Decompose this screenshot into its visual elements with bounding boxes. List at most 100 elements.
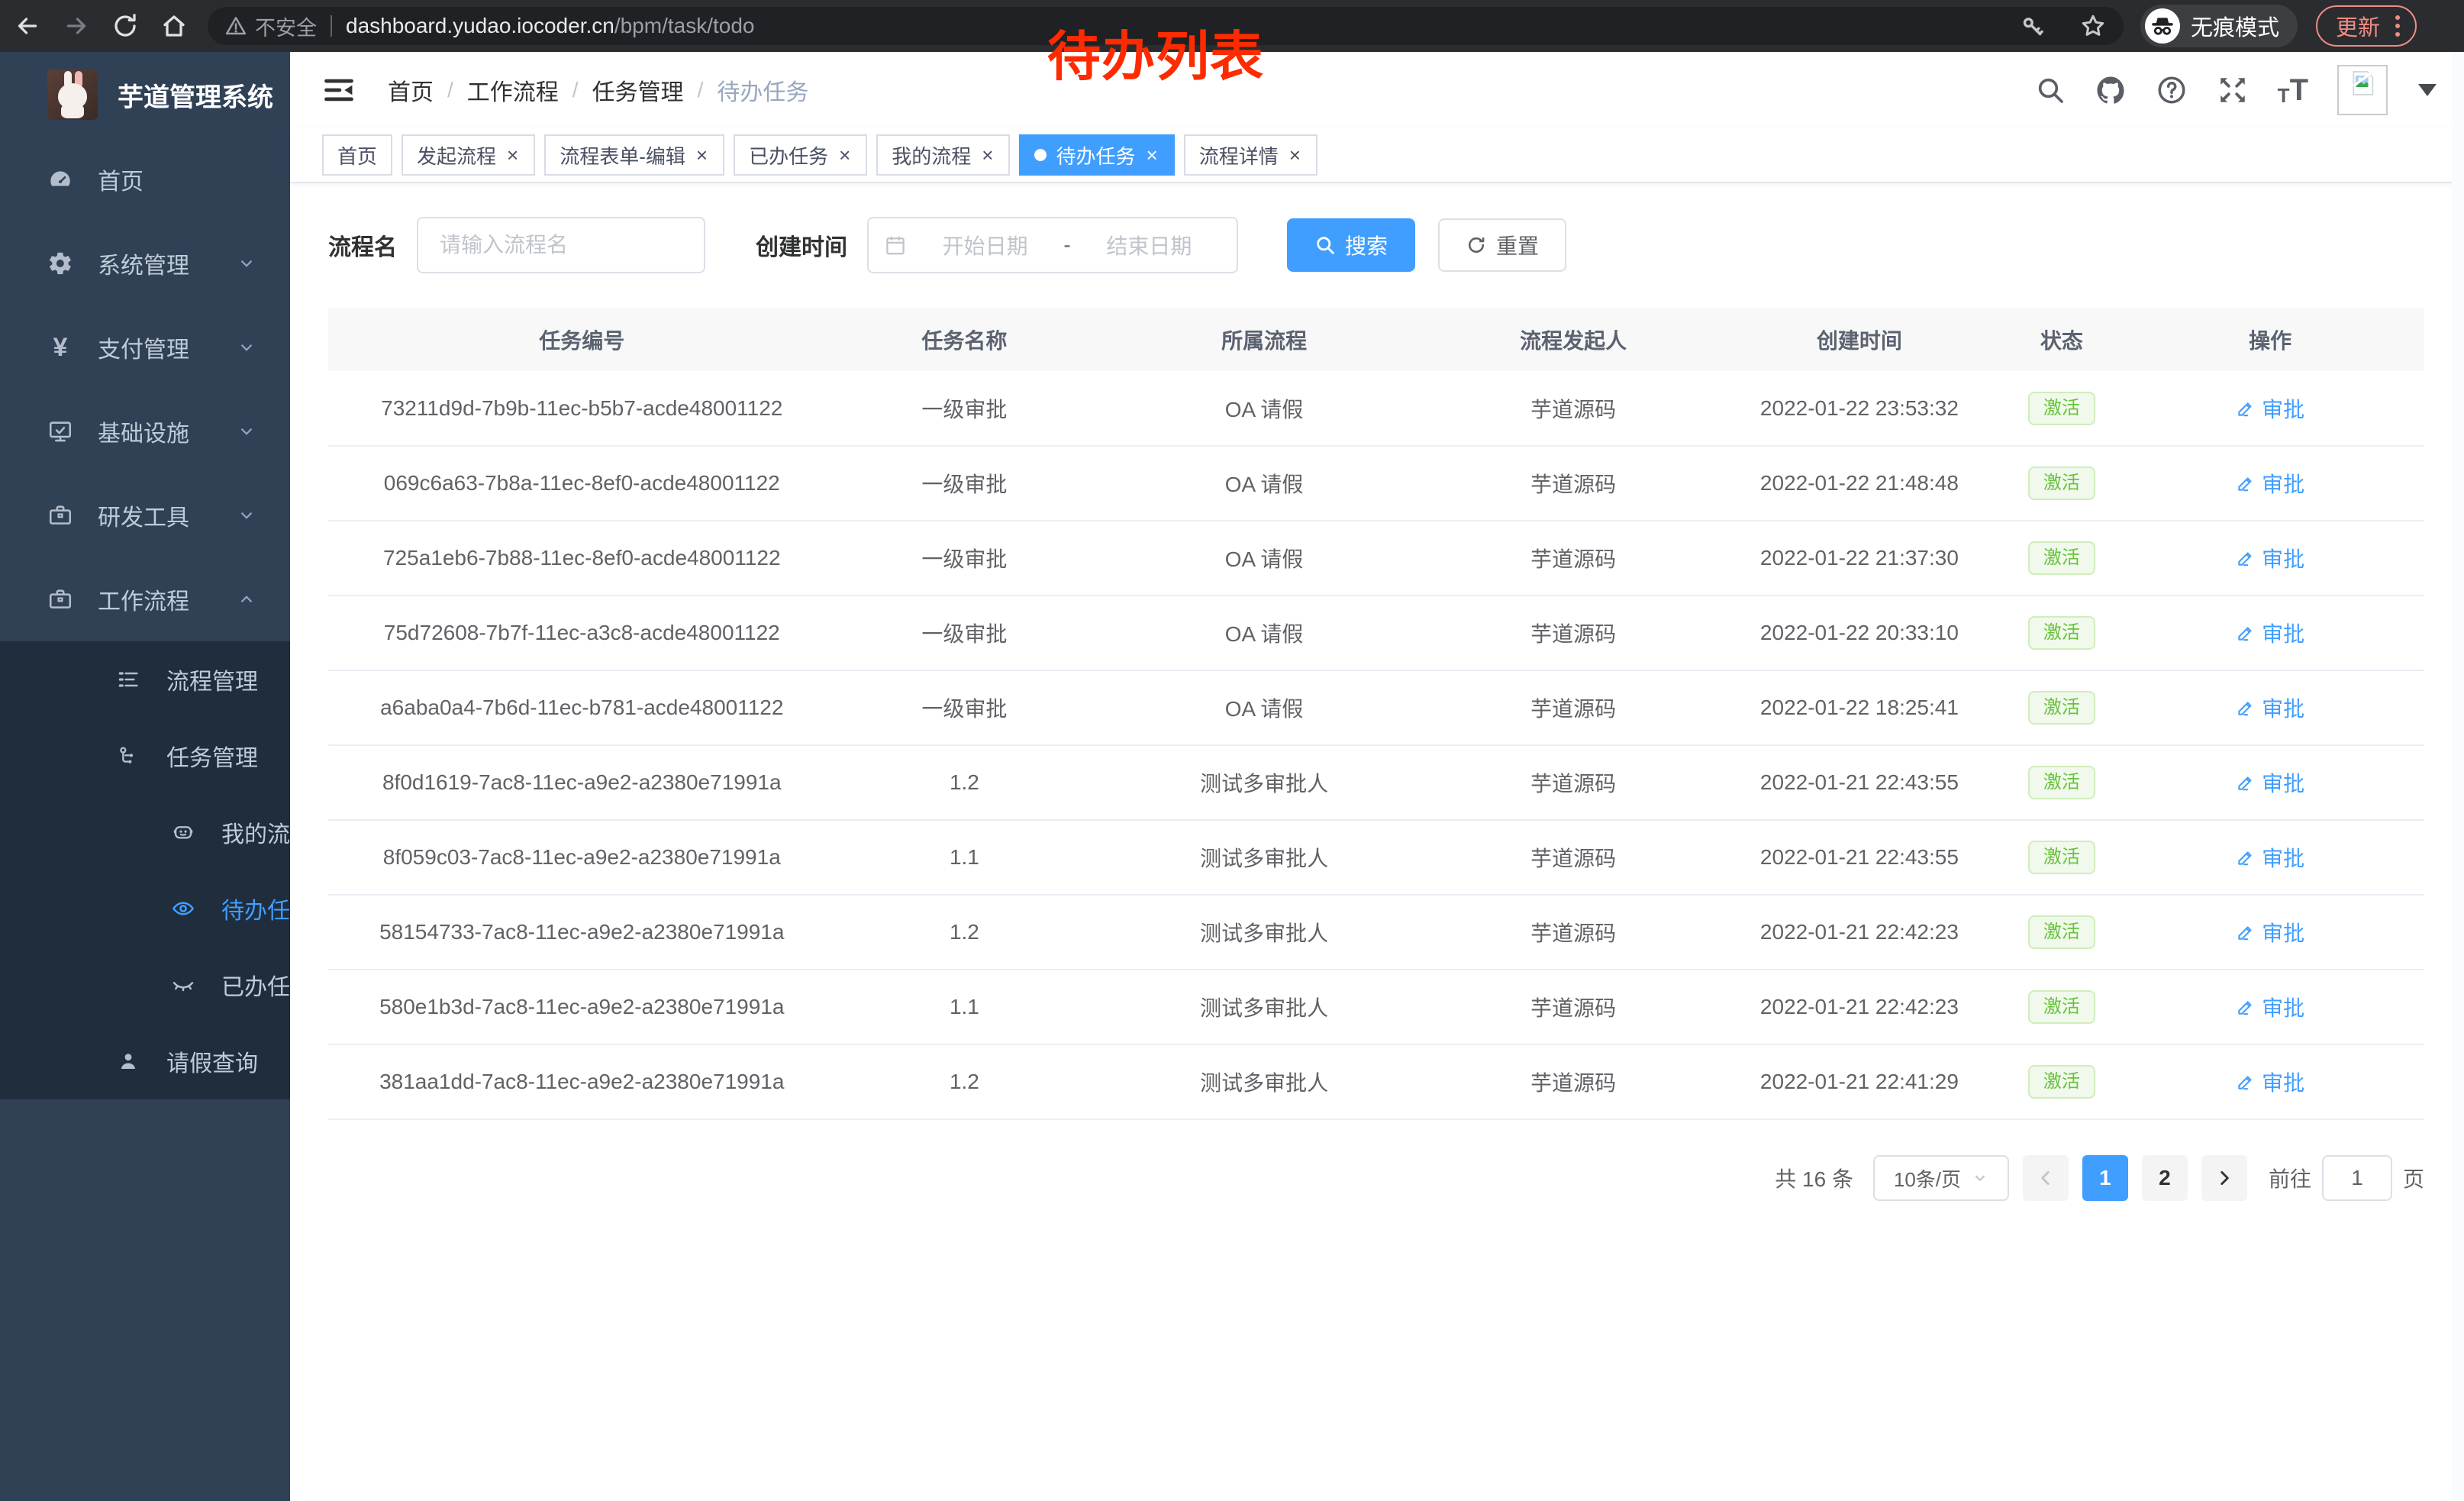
- close-icon[interactable]: ×: [695, 144, 709, 166]
- table-row[interactable]: 069c6a63-7b8a-11ec-8ef0-acde48001122 一级审…: [328, 446, 2424, 521]
- security-chip[interactable]: 不安全: [224, 11, 317, 41]
- table-row[interactable]: 580e1b3d-7ac8-11ec-a9e2-a2380e71991a 1.1…: [328, 970, 2424, 1044]
- cell-created-time: 2022-01-21 22:42:23: [1711, 895, 2007, 970]
- tag-todo-tasks[interactable]: 待办任务×: [1019, 134, 1174, 176]
- cell-initiator: 芋道源码: [1435, 970, 1711, 1044]
- update-button[interactable]: 更新: [2316, 5, 2417, 47]
- create-time-label: 创建时间: [756, 228, 847, 262]
- approve-link[interactable]: 审批: [2236, 618, 2304, 648]
- date-range-picker[interactable]: 开始日期 - 结束日期: [867, 217, 1238, 273]
- breadcrumb-task-management[interactable]: 任务管理: [592, 73, 684, 107]
- tags-view-bar: 首页 发起流程× 流程表单-编辑× 已办任务× 我的流程× 待办任务× 流程详情…: [290, 128, 2464, 183]
- approve-link[interactable]: 审批: [2236, 543, 2304, 573]
- table-row[interactable]: 725a1eb6-7b88-11ec-8ef0-acde48001122 一级审…: [328, 521, 2424, 596]
- sidebar-item-devtools[interactable]: 研发工具: [0, 473, 290, 557]
- sidebar-item-payment[interactable]: ¥ 支付管理: [0, 305, 290, 389]
- tag-my-processes[interactable]: 我的流程×: [876, 134, 1010, 176]
- cell-initiator: 芋道源码: [1435, 820, 1711, 895]
- sidebar-item-home[interactable]: 首页: [0, 137, 290, 221]
- close-icon[interactable]: ×: [505, 144, 520, 166]
- sidebar-item-done-tasks[interactable]: 已办任务: [0, 947, 290, 1023]
- approve-link[interactable]: 审批: [2236, 842, 2304, 873]
- sidebar-item-label: 待办任务: [221, 892, 290, 925]
- approve-link-label: 审批: [2262, 1067, 2304, 1097]
- cell-actions: 审批: [2116, 670, 2424, 745]
- table-row[interactable]: 73211d9d-7b9b-11ec-b5b7-acde48001122 一级审…: [328, 371, 2424, 446]
- robot-face-icon: [171, 820, 195, 844]
- github-icon[interactable]: [2095, 74, 2127, 106]
- approve-link[interactable]: 审批: [2236, 393, 2304, 424]
- sidebar-item-label: 流程管理: [166, 663, 258, 696]
- next-page-button[interactable]: [2201, 1155, 2247, 1201]
- approve-link[interactable]: 审批: [2236, 692, 2304, 723]
- browser-menu-icon[interactable]: [2392, 12, 2403, 40]
- status-badge: 激活: [2028, 1065, 2095, 1099]
- forward-button[interactable]: [55, 5, 98, 47]
- page-scrollbar[interactable]: [2452, 52, 2464, 1501]
- gear-icon: [47, 250, 73, 276]
- table-row[interactable]: 8f059c03-7ac8-11ec-a9e2-a2380e71991a 1.1…: [328, 820, 2424, 895]
- help-icon[interactable]: [2156, 74, 2188, 106]
- sidebar: 芋道管理系统 首页 系统管理 ¥ 支付管理 基础设施: [0, 52, 290, 1501]
- sidebar-item-todo-tasks[interactable]: 待办任务: [0, 870, 290, 947]
- sidebar-item-workflow[interactable]: 工作流程: [0, 557, 290, 641]
- home-button[interactable]: [153, 5, 195, 47]
- table-row[interactable]: 58154733-7ac8-11ec-a9e2-a2380e71991a 1.2…: [328, 895, 2424, 970]
- sidebar-item-infrastructure[interactable]: 基础设施: [0, 389, 290, 473]
- table-row[interactable]: a6aba0a4-7b6d-11ec-b781-acde48001122 一级审…: [328, 670, 2424, 745]
- search-icon[interactable]: [2035, 75, 2066, 105]
- close-icon[interactable]: ×: [837, 144, 852, 166]
- sidebar-item-system[interactable]: 系统管理: [0, 221, 290, 305]
- bookmark-star-icon[interactable]: [2079, 12, 2107, 40]
- cell-task-id: 8f0d1619-7ac8-11ec-a9e2-a2380e71991a: [328, 745, 836, 820]
- page-size-select[interactable]: 10条/页: [1873, 1155, 2009, 1201]
- sidebar-collapse-icon[interactable]: [322, 73, 356, 107]
- avatar[interactable]: [2337, 65, 2388, 115]
- breadcrumb-workflow[interactable]: 工作流程: [467, 73, 559, 107]
- approve-link[interactable]: 审批: [2236, 767, 2304, 798]
- table-row[interactable]: 75d72608-7b7f-11ec-a3c8-acde48001122 一级审…: [328, 596, 2424, 670]
- edit-pen-icon: [2236, 399, 2256, 418]
- back-button[interactable]: [6, 5, 49, 47]
- table-row[interactable]: 8f0d1619-7ac8-11ec-a9e2-a2380e71991a 1.2…: [328, 745, 2424, 820]
- cell-task-id: 8f059c03-7ac8-11ec-a9e2-a2380e71991a: [328, 820, 836, 895]
- tag-process-form-edit[interactable]: 流程表单-编辑×: [544, 134, 724, 176]
- cell-status: 激活: [2008, 446, 2117, 521]
- search-button[interactable]: 搜索: [1287, 218, 1415, 272]
- sidebar-item-leave-query[interactable]: 请假查询: [0, 1023, 290, 1099]
- tag-process-detail[interactable]: 流程详情×: [1184, 134, 1317, 176]
- sidebar-item-my-processes[interactable]: 我的流程: [0, 794, 290, 870]
- home-icon: [160, 12, 188, 40]
- goto-page-input[interactable]: [2322, 1155, 2392, 1201]
- avatar-dropdown-caret[interactable]: [2418, 84, 2437, 96]
- approve-link[interactable]: 审批: [2236, 468, 2304, 499]
- approve-link[interactable]: 审批: [2236, 992, 2304, 1022]
- table-header-row: 任务编号任务名称所属流程流程发起人创建时间状态操作: [328, 308, 2424, 371]
- column-header: 所属流程: [1093, 308, 1435, 371]
- page-size-value: 10条/页: [1894, 1164, 1961, 1193]
- breadcrumb-home[interactable]: 首页: [388, 73, 434, 107]
- tag-home[interactable]: 首页: [322, 134, 392, 176]
- approve-link[interactable]: 审批: [2236, 1067, 2304, 1097]
- process-name-input[interactable]: [417, 217, 705, 273]
- reset-button[interactable]: 重置: [1438, 218, 1566, 272]
- close-icon[interactable]: ×: [1288, 144, 1302, 166]
- close-icon[interactable]: ×: [1145, 144, 1159, 166]
- tag-done-tasks[interactable]: 已办任务×: [734, 134, 867, 176]
- page-button-2[interactable]: 2: [2142, 1155, 2188, 1201]
- approve-link-label: 审批: [2262, 992, 2304, 1022]
- sidebar-item-process-management[interactable]: 流程管理: [0, 641, 290, 718]
- password-key-icon[interactable]: [2020, 13, 2046, 39]
- prev-page-button[interactable]: [2023, 1155, 2069, 1201]
- chevron-down-icon: [237, 421, 256, 441]
- close-icon[interactable]: ×: [980, 144, 995, 166]
- sidebar-item-task-management[interactable]: 任务管理: [0, 718, 290, 794]
- table-row[interactable]: 381aa1dd-7ac8-11ec-a9e2-a2380e71991a 1.2…: [328, 1044, 2424, 1119]
- annotation-overlay: 待办列表: [1047, 14, 1264, 91]
- fullscreen-icon[interactable]: [2217, 74, 2249, 106]
- tag-start-process[interactable]: 发起流程×: [402, 134, 535, 176]
- page-button-1[interactable]: 1: [2082, 1155, 2128, 1201]
- approve-link[interactable]: 审批: [2236, 917, 2304, 947]
- reload-button[interactable]: [104, 5, 147, 47]
- font-size-icon[interactable]: TT: [2278, 73, 2308, 108]
